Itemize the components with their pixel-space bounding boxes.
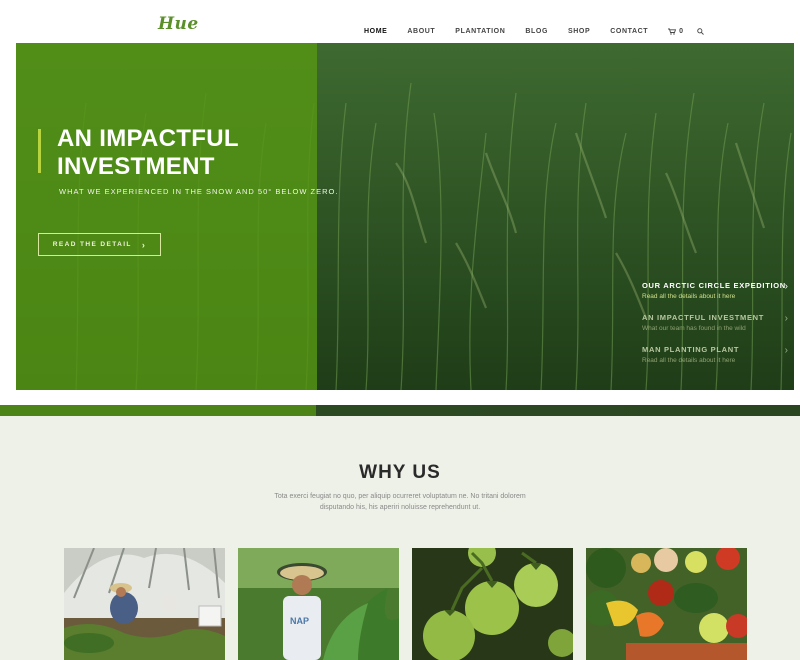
- chevron-right-icon: ›: [784, 313, 788, 324]
- site-header: Hue HOME ABOUT PLANTATION BLOG SHOP CONT…: [0, 0, 800, 43]
- svg-text:NAP: NAP: [290, 616, 309, 626]
- why-us-section: WHY US Tota exerci feugiat no quo, per a…: [0, 416, 800, 660]
- card-greenhouse-farmers-photo[interactable]: [64, 548, 225, 660]
- hero-subtitle: WHAT WE EXPERIENCED IN THE SNOW AND 50° …: [59, 187, 339, 196]
- hero-slider: AN IMPACTFUL INVESTMENT WHAT WE EXPERIEN…: [16, 43, 794, 390]
- slide-item[interactable]: MAN PLANTING PLANT Read all the details …: [642, 345, 792, 377]
- card-farmer-with-leaves-photo[interactable]: NAP: [238, 548, 399, 660]
- cart-count: 0: [679, 27, 684, 35]
- hero-accent-bar: [38, 129, 41, 173]
- chevron-right-icon: ›: [141, 239, 147, 250]
- nav-contact[interactable]: CONTACT: [610, 28, 648, 35]
- slide-desc: Read all the details about it here: [642, 293, 736, 300]
- nav-about[interactable]: ABOUT: [407, 28, 435, 35]
- hero-title: AN IMPACTFUL INVESTMENT: [57, 125, 239, 180]
- why-us-text: Tota exerci feugiat no quo, per aliquip …: [274, 493, 526, 511]
- hero-green-overlay: [16, 43, 317, 390]
- nav-home[interactable]: HOME: [364, 28, 387, 35]
- search-button[interactable]: [697, 27, 704, 35]
- card-green-tomatoes-photo[interactable]: [412, 548, 573, 660]
- read-detail-button[interactable]: READ THE DETAIL ›: [38, 233, 161, 256]
- nav-plantation[interactable]: PLANTATION: [455, 28, 505, 35]
- feature-cards: NAP: [64, 548, 747, 660]
- slide-item[interactable]: OUR ARCTIC CIRCLE EXPEDITION Read all th…: [642, 281, 792, 313]
- nav-blog[interactable]: BLOG: [525, 28, 548, 35]
- card-vegetables-photo[interactable]: [586, 548, 747, 660]
- slide-title: OUR ARCTIC CIRCLE EXPEDITION: [642, 281, 786, 290]
- chevron-right-icon: ›: [784, 345, 788, 356]
- logo[interactable]: Hue: [158, 14, 199, 34]
- hero-bottom-strip: [0, 405, 800, 416]
- read-detail-label: READ THE DETAIL: [52, 241, 132, 248]
- chevron-right-icon: ›: [784, 281, 788, 292]
- slide-list: OUR ARCTIC CIRCLE EXPEDITION Read all th…: [642, 281, 792, 377]
- slide-title: MAN PLANTING PLANT: [642, 345, 740, 354]
- cart-icon: [668, 28, 677, 35]
- slide-desc: What our team has found in the wild: [642, 325, 746, 332]
- why-us-title: WHY US: [359, 462, 441, 483]
- slide-title: AN IMPACTFUL INVESTMENT: [642, 313, 765, 322]
- slide-desc: Read all the details about it here: [642, 357, 736, 364]
- main-nav: HOME ABOUT PLANTATION BLOG SHOP CONTACT …: [364, 26, 704, 36]
- nav-shop[interactable]: SHOP: [568, 28, 590, 35]
- cart-button[interactable]: 0: [668, 28, 683, 35]
- slide-item[interactable]: AN IMPACTFUL INVESTMENT What our team ha…: [642, 313, 792, 345]
- search-icon: [697, 27, 704, 35]
